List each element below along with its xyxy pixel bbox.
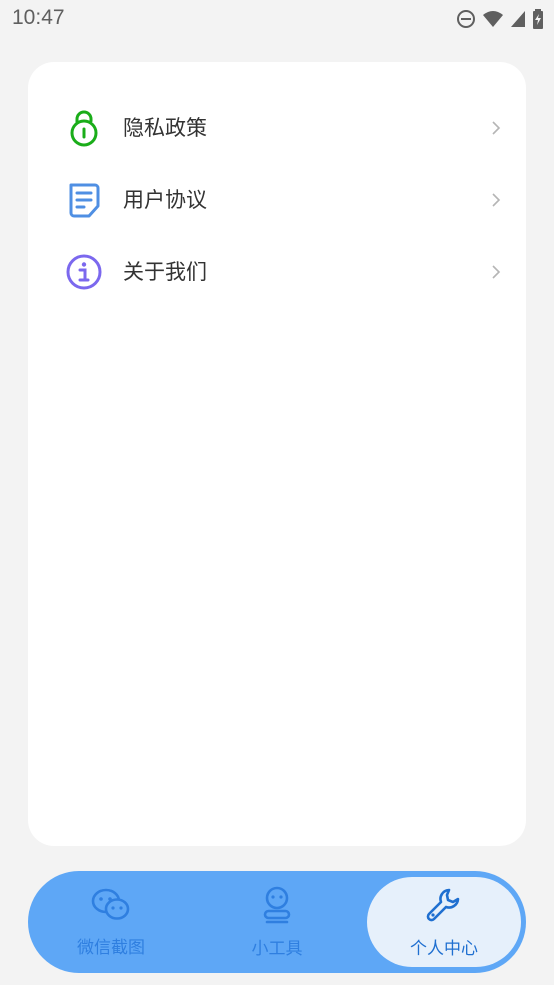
tab-personal-center[interactable]: 个人中心 <box>367 877 521 967</box>
menu-item-label: 关于我们 <box>123 259 207 284</box>
menu-item-user-agreement[interactable]: 用户协议 <box>28 170 526 230</box>
tool-person-icon <box>261 886 293 928</box>
document-icon <box>65 181 103 219</box>
info-icon <box>65 253 103 291</box>
menu-item-about-us[interactable]: 关于我们 <box>28 242 526 302</box>
menu-item-label: 隐私政策 <box>123 115 207 140</box>
status-icons <box>456 8 544 30</box>
status-time: 10:47 <box>12 6 65 29</box>
status-bar: 10:47 <box>0 0 554 40</box>
tab-label: 微信截图 <box>77 937 145 958</box>
cellular-signal-icon <box>510 10 526 28</box>
tab-label: 小工具 <box>251 938 303 959</box>
bottom-navigation: 微信截图 小工具 个人中心 <box>28 871 526 973</box>
wrench-icon <box>425 886 463 928</box>
tab-tools[interactable]: 小工具 <box>194 871 360 973</box>
wifi-icon <box>482 10 504 28</box>
lock-icon <box>65 109 103 147</box>
settings-card: 隐私政策 用户协议 关于我们 <box>28 62 526 846</box>
tab-wechat-screenshot[interactable]: 微信截图 <box>28 871 194 973</box>
menu-item-label: 用户协议 <box>123 187 207 212</box>
chevron-right-icon <box>490 264 502 280</box>
chevron-right-icon <box>490 120 502 136</box>
do-not-disturb-icon <box>456 9 476 29</box>
wechat-icon <box>91 887 131 927</box>
menu-item-privacy-policy[interactable]: 隐私政策 <box>28 98 526 158</box>
chevron-right-icon <box>490 192 502 208</box>
battery-charging-icon <box>532 9 544 29</box>
tab-label: 个人中心 <box>410 938 478 959</box>
